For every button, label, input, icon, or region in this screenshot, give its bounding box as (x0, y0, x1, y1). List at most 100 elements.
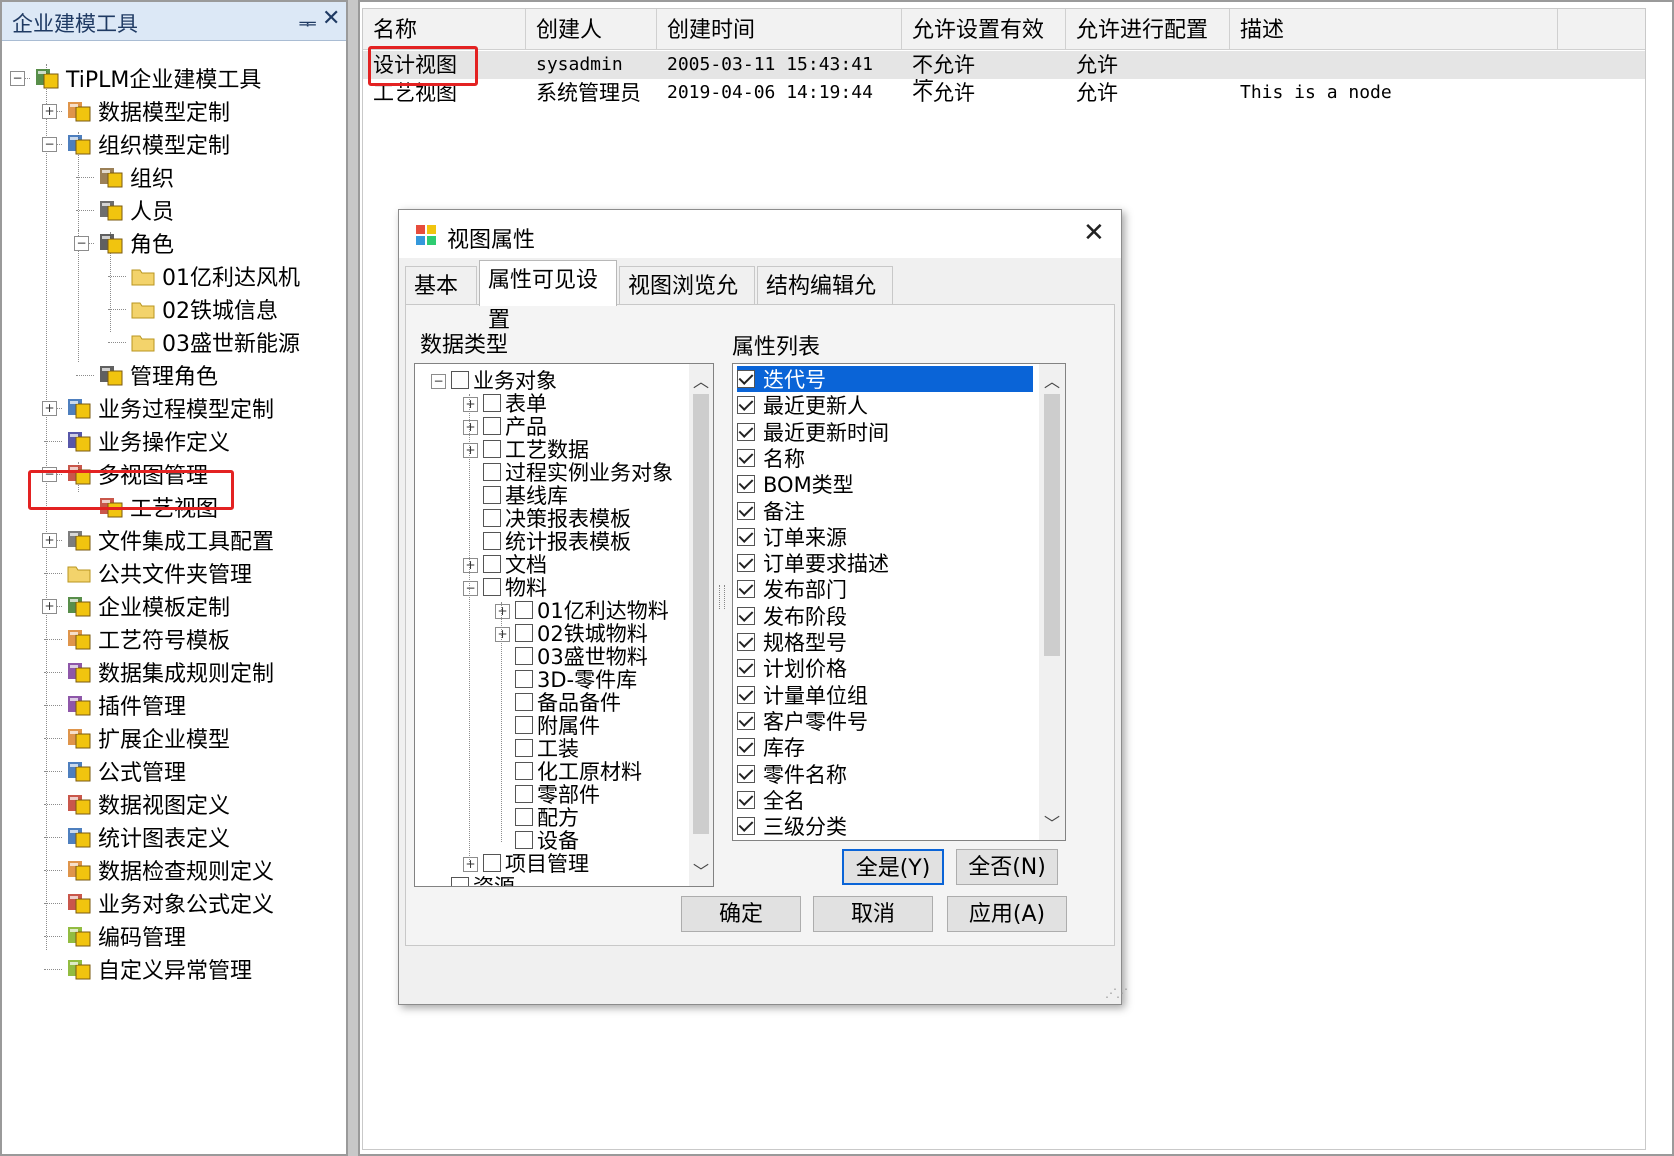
column-header-name[interactable]: 名称 (363, 9, 526, 49)
attribute-scrollbar[interactable]: ︿ ﹀ (1039, 364, 1065, 840)
scroll-up-icon[interactable]: ︿ (689, 368, 713, 392)
checkbox[interactable] (515, 716, 533, 734)
tree-item-enterprise-template[interactable]: 企业模板定制 (66, 590, 230, 622)
column-header-creator[interactable]: 创建人 (526, 9, 657, 49)
checkbox[interactable] (515, 762, 533, 780)
tree-item-biz-op[interactable]: 业务操作定义 (66, 425, 230, 457)
tree-item-formula[interactable]: 公式管理 (66, 755, 186, 787)
attribute-item[interactable]: 订单要求描述 (737, 550, 1033, 576)
tree-item-biz-formula[interactable]: 业务对象公式定义 (66, 887, 274, 919)
checkbox[interactable] (515, 601, 533, 619)
grid-row-craft-view[interactable]: 工艺视图 系统管理员 2019-04-06 14:19:44 不允许 允许 Th… (363, 79, 1645, 107)
checkbox[interactable] (483, 486, 501, 504)
attribute-item[interactable]: 发布阶段 (737, 603, 1033, 629)
checkbox[interactable] (737, 685, 755, 704)
attribute-item[interactable]: 规格型号 (737, 629, 1033, 655)
checkbox[interactable] (737, 606, 755, 625)
checkbox[interactable] (737, 817, 755, 836)
collapse-icon[interactable]: − (463, 581, 478, 596)
checkbox[interactable] (737, 422, 755, 441)
attribute-item[interactable]: 订单来源 (737, 524, 1033, 550)
column-header-config[interactable]: 允许进行配置 (1066, 9, 1230, 49)
checkbox[interactable] (515, 670, 533, 688)
attribute-item[interactable]: 计划价格 (737, 655, 1033, 681)
scroll-down-icon[interactable]: ﹀ (1039, 810, 1065, 834)
expand-icon[interactable]: + (495, 627, 510, 642)
tree-item-org-model[interactable]: 组织模型定制 (66, 128, 230, 160)
checkbox[interactable] (515, 831, 533, 849)
data-type-item[interactable]: 资源 (451, 874, 515, 886)
attribute-list[interactable]: 迭代号 最近更新人 最近更新时间 名称 BOM类型 备注 订单来源 订单要求描述 发布部门 发布阶… (732, 363, 1066, 841)
scroll-up-icon[interactable]: ︿ (1039, 368, 1065, 392)
list-splitter[interactable] (719, 585, 725, 609)
checkbox[interactable] (515, 693, 533, 711)
attribute-item[interactable]: 三级分类 (737, 813, 1033, 839)
scroll-down-icon[interactable]: ﹀ (689, 858, 713, 882)
checkbox[interactable] (737, 554, 755, 573)
column-header-validity[interactable]: 允许设置有效性 (902, 9, 1066, 87)
tab-basic[interactable]: 基本 (405, 266, 477, 304)
attribute-item[interactable]: 最近更新人 (737, 392, 1033, 418)
tree-item-admin-role[interactable]: 管理角色 (98, 359, 218, 391)
tree-item-data-model[interactable]: 数据模型定制 (66, 95, 230, 127)
checkbox[interactable] (737, 370, 755, 388)
checkbox[interactable] (737, 501, 755, 520)
attribute-item[interactable]: 全名 (737, 787, 1033, 813)
tree-item-org[interactable]: 组织 (98, 161, 174, 193)
panel-splitter[interactable] (346, 0, 360, 1156)
checkbox[interactable] (737, 580, 755, 599)
attribute-item[interactable]: 最近更新时间 (737, 419, 1033, 445)
tree-item-person[interactable]: 人员 (98, 194, 174, 226)
tree-item-role[interactable]: 角色 (98, 227, 174, 259)
attribute-item[interactable]: BOM类型 (737, 471, 1033, 497)
tree-item-role-1[interactable]: 01亿利达风机 (130, 260, 300, 292)
attribute-item[interactable]: 客户零件号 (737, 708, 1033, 734)
checkbox[interactable] (483, 578, 501, 596)
grid-row-design-view[interactable]: 设计视图 sysadmin 2005-03-11 15:43:41 不允许 允许 (363, 51, 1645, 79)
select-all-button[interactable]: 全是(Y) (842, 849, 944, 885)
checkbox[interactable] (737, 527, 755, 546)
tree-item-ext-model[interactable]: 扩展企业模型 (66, 722, 230, 754)
expand-icon[interactable]: + (42, 104, 57, 119)
scroll-thumb[interactable] (1044, 394, 1060, 656)
attribute-item[interactable]: 零件名称 (737, 761, 1033, 787)
checkbox[interactable] (483, 555, 501, 573)
checkbox[interactable] (737, 790, 755, 809)
tree-item-root[interactable]: TiPLM企业建模工具 (34, 62, 261, 94)
checkbox[interactable] (483, 440, 501, 458)
tree-item-biz-process[interactable]: 业务过程模型定制 (66, 392, 274, 424)
checkbox[interactable] (515, 785, 533, 803)
checkbox[interactable] (737, 738, 755, 757)
attribute-item[interactable]: 名称 (737, 445, 1033, 471)
checkbox[interactable] (737, 633, 755, 651)
select-none-button[interactable]: 全否(N) (956, 849, 1058, 885)
checkbox[interactable] (451, 877, 469, 886)
pin-icon[interactable]: ᆍ (298, 8, 316, 37)
checkbox[interactable] (483, 417, 501, 435)
tree-item-data-integration[interactable]: 数据集成规则定制 (66, 656, 274, 688)
checkbox[interactable] (483, 394, 501, 412)
tree-item-encoding[interactable]: 编码管理 (66, 920, 186, 952)
tab-view-browse[interactable]: 视图浏览允许 (619, 266, 755, 339)
cancel-button[interactable]: 取消 (813, 896, 933, 932)
scroll-thumb[interactable] (693, 394, 709, 834)
resize-grip-icon[interactable]: ⋰⋰ (1105, 986, 1128, 1000)
checkbox[interactable] (737, 396, 755, 415)
expand-icon[interactable]: + (463, 443, 478, 458)
ok-button[interactable]: 确定 (681, 896, 801, 932)
checkbox[interactable] (737, 475, 755, 494)
checkbox[interactable] (515, 624, 533, 642)
tree-item-role-3[interactable]: 03盛世新能源 (130, 326, 300, 358)
tab-attribute-visibility[interactable]: 属性可见设置 (479, 260, 617, 333)
tree-item-data-check[interactable]: 数据检查规则定义 (66, 854, 274, 886)
collapse-icon[interactable]: − (10, 71, 25, 86)
expand-icon[interactable]: + (42, 533, 57, 548)
checkbox[interactable] (515, 647, 533, 665)
column-header-created[interactable]: 创建时间 (657, 9, 902, 49)
tree-item-plugin[interactable]: 插件管理 (66, 689, 186, 721)
expand-icon[interactable]: + (463, 558, 478, 573)
tab-structure-edit[interactable]: 结构编辑允许 (757, 266, 893, 339)
attribute-item[interactable]: 库存 (737, 734, 1033, 760)
tree-item-data-view-def[interactable]: 数据视图定义 (66, 788, 230, 820)
checkbox[interactable] (737, 711, 755, 730)
